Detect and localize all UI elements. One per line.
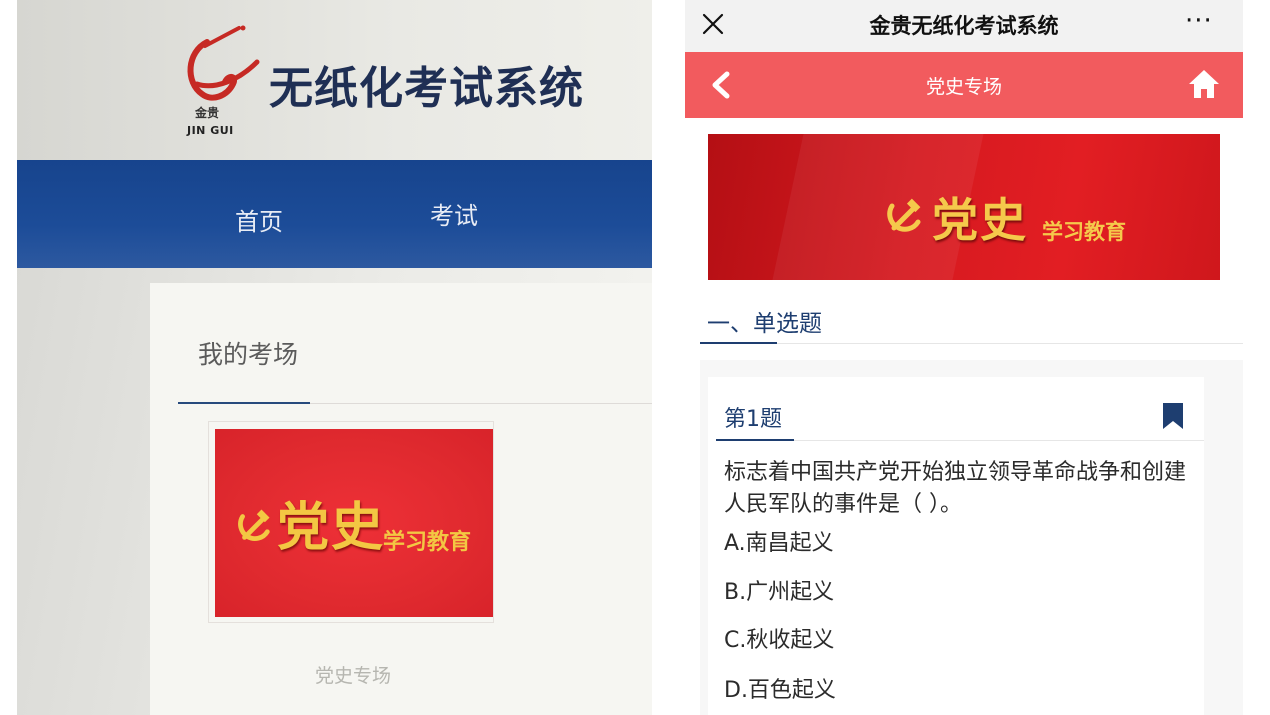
logo-english-text: JIN GUI: [187, 124, 234, 137]
desktop-screen-photo: 金贵 JIN GUI 无纸化考试系统 首页 考试 我的考场 党史 学习教育 党史…: [17, 0, 652, 715]
exam-room-banner[interactable]: 党史 学习教育: [215, 429, 493, 617]
question-number-underline: [716, 439, 794, 441]
site-title: 无纸化考试系统: [269, 63, 584, 114]
topic-banner: 党史 学习教育: [708, 134, 1220, 280]
exam-room-caption[interactable]: 党史专场: [315, 661, 391, 688]
banner-sub-text: 学习教育: [383, 530, 472, 555]
site-header: 金贵 JIN GUI 无纸化考试系统: [17, 0, 652, 160]
page-title: 党史专场: [925, 76, 1002, 98]
question-number: 第1题: [724, 407, 782, 432]
my-exam-card: 我的考场 党史 学习教育 党史专场: [150, 283, 652, 715]
app-titlebar: 金贵无纸化考试系统 ···: [685, 0, 1243, 52]
more-icon[interactable]: ···: [1185, 8, 1213, 34]
nav-home-link[interactable]: 首页: [235, 202, 283, 237]
option-d[interactable]: D.百色起义: [724, 672, 836, 704]
banner-sub-text: 学习教育: [1042, 220, 1126, 244]
banner-main-text: 党史: [277, 498, 386, 558]
home-icon[interactable]: [1187, 68, 1221, 100]
option-b[interactable]: B.广州起义: [724, 574, 834, 606]
option-c[interactable]: C.秋收起义: [724, 622, 834, 654]
divider: [777, 343, 1243, 344]
question-card: 第1题 标志着中国共产党开始独立领导革命战争和创建人民军队的事件是（ ）。 A.…: [708, 377, 1204, 715]
hammer-sickle-icon: [238, 509, 270, 541]
logo-chinese-text: 金贵: [195, 106, 220, 120]
hammer-sickle-icon: [887, 198, 921, 232]
app-title: 金贵无纸化考试系统: [869, 14, 1059, 38]
main-nav: 首页 考试: [17, 160, 652, 268]
option-a[interactable]: A.南昌起义: [724, 525, 834, 557]
heading-underline: [178, 402, 310, 404]
divider: [310, 403, 652, 404]
page-header: 党史专场: [685, 52, 1243, 118]
my-exam-heading: 我的考场: [198, 340, 299, 369]
divider: [794, 440, 1204, 441]
nav-exam-link[interactable]: 考试: [430, 196, 478, 231]
section-underline: [700, 342, 777, 344]
question-text: 标志着中国共产党开始独立领导革命战争和创建人民军队的事件是（ ）。: [724, 460, 1187, 517]
banner-main-text: 党史: [932, 193, 1028, 247]
section-title: 一、单选题: [707, 311, 822, 337]
bookmark-icon[interactable]: [1163, 403, 1183, 429]
mobile-app-screen: 金贵无纸化考试系统 ··· 党史专场 党史 学习教育 一、单选题 第1题 标志着…: [685, 0, 1243, 715]
